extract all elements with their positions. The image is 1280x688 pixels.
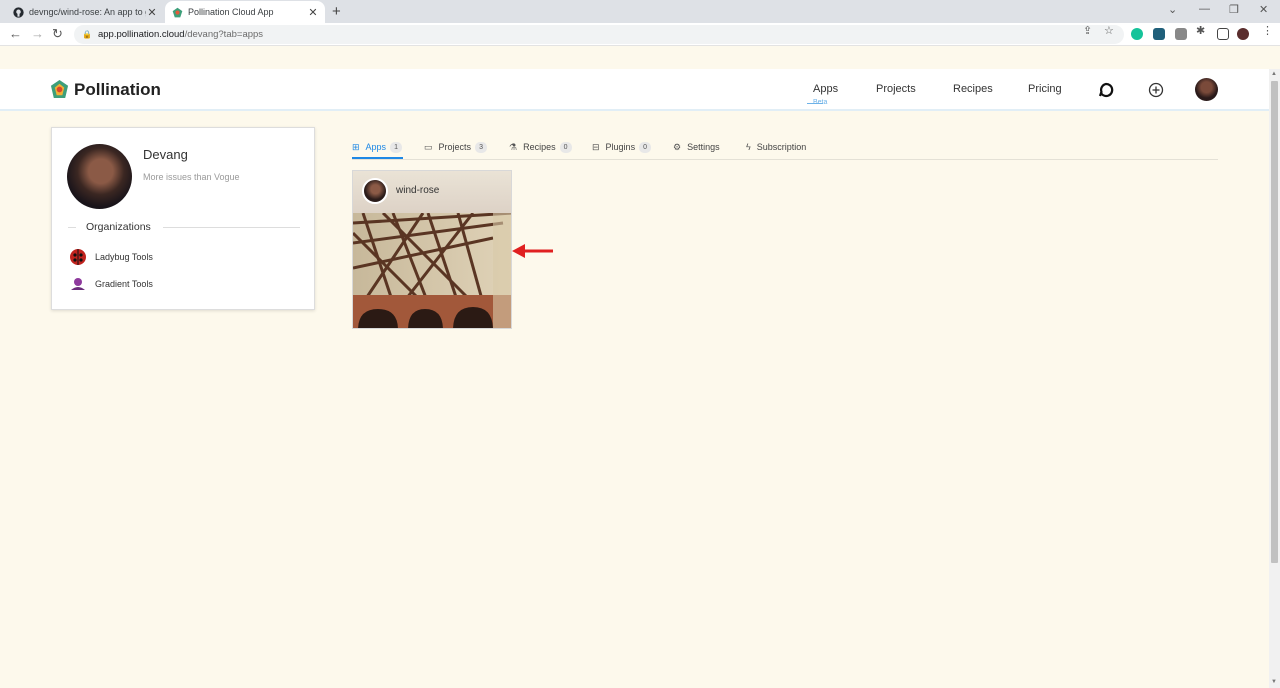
browser-tab-pollination[interactable]: Pollination Cloud App ✕	[165, 1, 325, 23]
tab-label: Projects	[438, 142, 472, 152]
divider	[162, 226, 300, 228]
url-host: app.pollination.cloud	[97, 29, 185, 40]
add-circle-icon[interactable]	[1148, 82, 1164, 98]
browser-tab-github[interactable]: devngc/wind-rose: An app to ge ✕	[6, 1, 164, 23]
scroll-up-icon[interactable]: ▲	[1271, 71, 1277, 77]
tab-settings[interactable]: ⚙ Settings	[673, 136, 720, 158]
url-path: /devang?tab=apps	[184, 29, 264, 40]
apps-icon: ⊞	[352, 141, 360, 152]
tab-label: Apps	[365, 142, 387, 152]
app-name: wind-rose	[396, 185, 440, 196]
extension-icon[interactable]	[1153, 28, 1165, 40]
active-tab-indicator	[352, 157, 403, 159]
github-icon	[12, 6, 24, 18]
user-avatar[interactable]	[1195, 78, 1218, 101]
brand-logo[interactable]: Pollination	[50, 79, 161, 100]
divider	[68, 226, 76, 228]
tab-count-badge: 1	[390, 141, 403, 153]
organizations-heading: Organizations	[68, 221, 300, 233]
browser-tab-title: devngc/wind-rose: An app to ge	[29, 7, 146, 17]
page-scrollbar[interactable]: ▲ ▼	[1269, 69, 1280, 688]
gradient-tools-icon	[71, 278, 85, 290]
pollination-icon	[171, 6, 183, 18]
chevron-down-icon[interactable]: ⌄	[1168, 3, 1177, 16]
tab-label: Settings	[687, 142, 720, 152]
bolt-icon: ϟ	[746, 142, 751, 152]
org-item-ladybug-tools[interactable]: Ladybug Tools	[69, 248, 153, 266]
address-bar-row: ← → ↻ 🔒 app.pollination.cloud/devang?tab…	[0, 23, 1280, 46]
browser-tab-bar: devngc/wind-rose: An app to ge ✕ Pollina…	[0, 0, 1280, 23]
pollination-logo-icon	[50, 80, 69, 99]
close-window-icon[interactable]: ✕	[1259, 3, 1268, 16]
back-icon[interactable]: ←	[9, 26, 22, 41]
extension-icon[interactable]	[1175, 28, 1187, 40]
discourse-icon[interactable]	[1098, 82, 1114, 98]
share-icon[interactable]: ⇪	[1083, 24, 1092, 37]
plugin-icon: ⊟	[592, 141, 600, 152]
profile-bio: More issues than Vogue	[143, 172, 240, 182]
grammarly-extension-icon[interactable]	[1131, 28, 1143, 40]
reload-icon[interactable]: ↻	[52, 26, 63, 42]
close-icon[interactable]: ✕	[307, 6, 319, 19]
restore-icon[interactable]: ❐	[1229, 3, 1239, 16]
tab-projects[interactable]: ▭ Projects 3	[424, 136, 488, 158]
tab-plugins[interactable]: ⊟ Plugins 0	[592, 136, 652, 158]
tab-count-badge: 0	[559, 141, 572, 153]
beta-label: Beta	[813, 99, 828, 106]
browser-tab-title: Pollination Cloud App	[188, 7, 274, 17]
nav-projects[interactable]: Projects	[876, 83, 916, 95]
url-input[interactable]: 🔒 app.pollination.cloud/devang?tab=apps	[74, 25, 1124, 44]
puzzle-icon[interactable]: ✱	[1196, 24, 1205, 37]
tab-label: Recipes	[523, 142, 556, 152]
tab-recipes[interactable]: ⚗ Recipes 0	[509, 136, 572, 158]
tab-apps[interactable]: ⊞ Apps 1	[352, 136, 403, 158]
scroll-thumb[interactable]	[1271, 81, 1278, 563]
tab-count-badge: 0	[639, 141, 652, 153]
tab-count-badge: 3	[475, 141, 488, 153]
close-icon[interactable]: ✕	[146, 6, 158, 19]
org-name: Ladybug Tools	[95, 252, 153, 262]
gear-icon: ⚙	[673, 141, 682, 152]
nav-pricing[interactable]: Pricing	[1028, 83, 1062, 95]
nav-apps[interactable]: Apps	[813, 83, 838, 95]
more-menu-icon[interactable]: ⋮	[1262, 24, 1273, 37]
tab-subscription[interactable]: ϟ Subscription	[746, 136, 806, 158]
org-item-gradient-tools[interactable]: Gradient Tools	[69, 275, 153, 293]
minimize-icon[interactable]: —	[1199, 3, 1210, 15]
star-icon[interactable]: ☆	[1104, 24, 1114, 37]
app-header: Pollination Apps Beta Projects Recipes P…	[0, 69, 1269, 111]
side-panel-icon[interactable]	[1217, 28, 1229, 40]
scroll-down-icon[interactable]: ▼	[1271, 679, 1277, 685]
app-owner-avatar	[362, 178, 388, 204]
tab-label: Subscription	[756, 142, 807, 152]
tab-label: Plugins	[605, 142, 636, 152]
nav-recipes[interactable]: Recipes	[953, 83, 993, 95]
profile-tabs: ⊞ Apps 1 ▭ Projects 3 ⚗ Recipes 0 ⊟ Plug…	[352, 136, 1218, 160]
folder-icon: ▭	[424, 141, 433, 152]
profile-avatar[interactable]	[1237, 28, 1249, 40]
new-tab-button[interactable]: +	[332, 3, 341, 20]
lock-icon: 🔒	[82, 30, 92, 39]
recipe-icon: ⚗	[509, 141, 518, 152]
profile-card: Devang More issues than Vogue Organizati…	[51, 127, 315, 310]
annotation-arrow-icon	[512, 244, 553, 258]
forward-icon[interactable]: →	[31, 26, 44, 41]
ladybug-icon	[70, 249, 86, 265]
profile-name: Devang	[143, 147, 188, 162]
organizations-title: Organizations	[86, 221, 151, 233]
app-thumbnail-image	[353, 213, 511, 328]
org-name: Gradient Tools	[95, 279, 153, 289]
profile-avatar	[67, 144, 132, 209]
app-card[interactable]: wind-rose	[352, 170, 512, 329]
brand-name: Pollination	[74, 79, 161, 99]
